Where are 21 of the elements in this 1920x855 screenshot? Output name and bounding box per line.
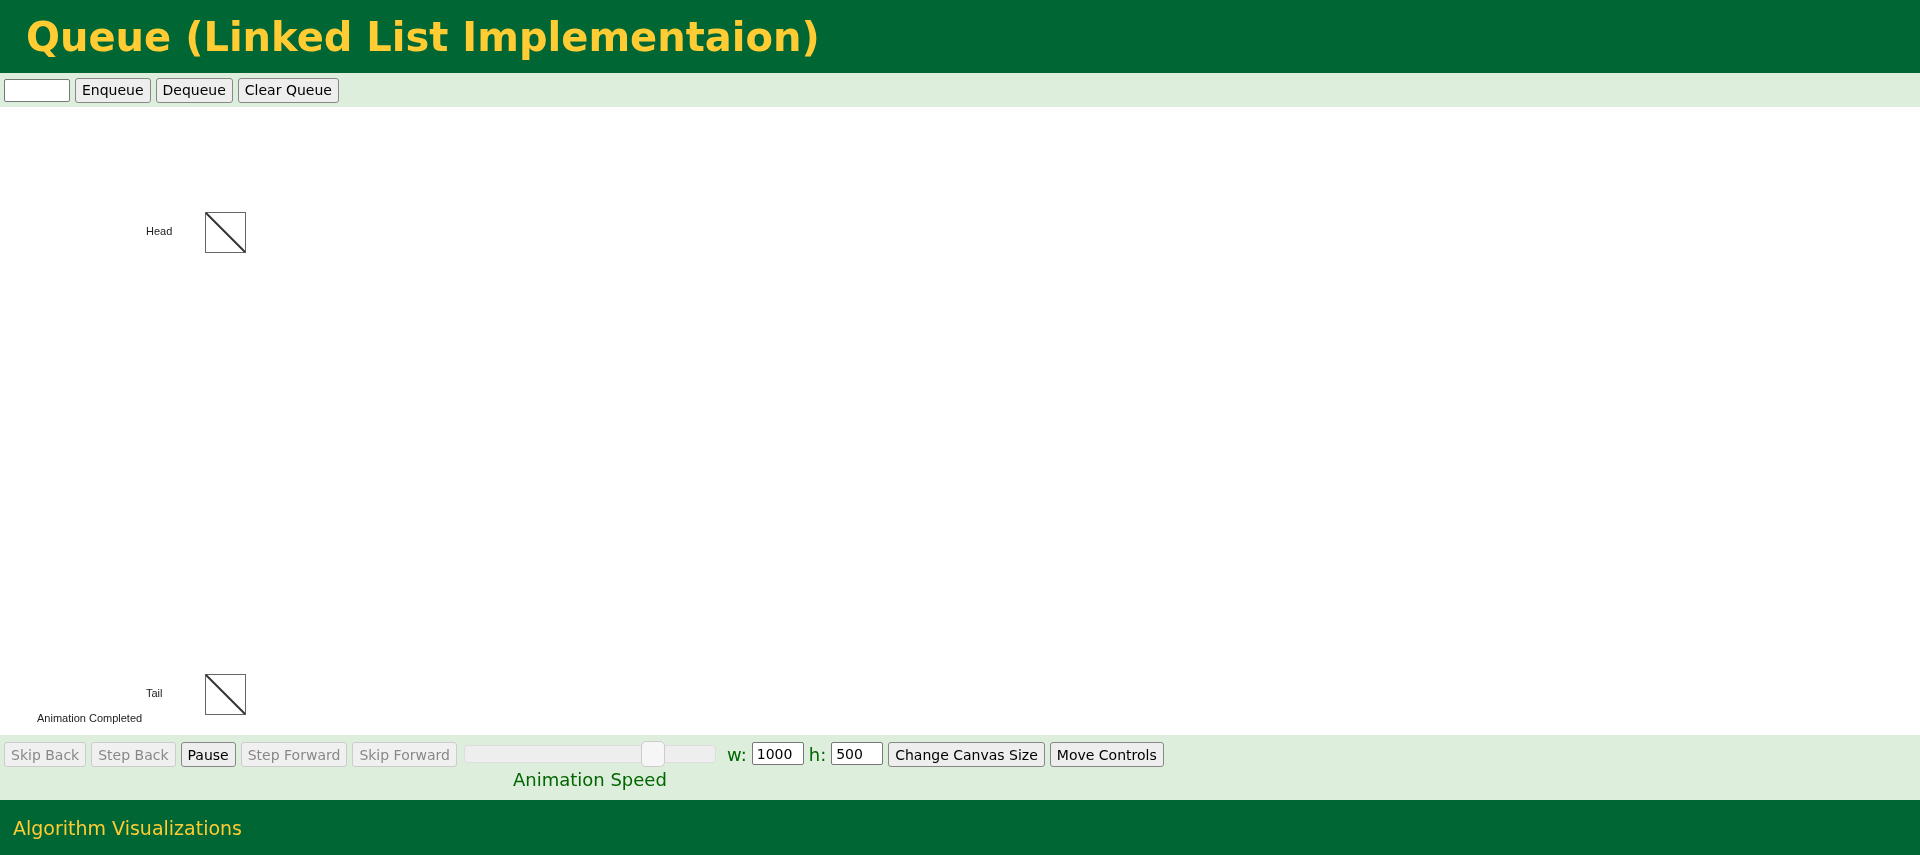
- height-label: h:: [808, 744, 827, 765]
- width-input[interactable]: 1000: [751, 742, 804, 765]
- speed-slider[interactable]: [463, 741, 716, 767]
- value-input[interactable]: [4, 78, 70, 102]
- speed-label: Animation Speed: [512, 769, 667, 790]
- height-input[interactable]: 500: [831, 742, 884, 765]
- canvas-button[interactable]: Move Controls: [1049, 742, 1164, 767]
- playback-button[interactable]: Pause: [180, 742, 236, 767]
- footer-text: Algorithm Visualizations: [13, 816, 242, 839]
- queue-button[interactable]: Enqueue: [75, 77, 151, 103]
- pointer-label: Tail: [146, 687, 163, 699]
- canvas-button[interactable]: Change Canvas Size: [888, 742, 1045, 767]
- queue-button[interactable]: Clear Queue: [237, 77, 339, 103]
- null-pointer-icon: [205, 674, 246, 715]
- pointer-label: Head: [146, 225, 173, 237]
- page-title: Queue (Linked List Implementaion): [26, 13, 820, 60]
- null-pointer-icon: [205, 212, 246, 253]
- status-text: Animation Completed: [37, 712, 143, 724]
- queue-button[interactable]: Dequeue: [155, 77, 233, 103]
- width-label: w:: [726, 744, 747, 765]
- slider-thumb[interactable]: [640, 741, 665, 767]
